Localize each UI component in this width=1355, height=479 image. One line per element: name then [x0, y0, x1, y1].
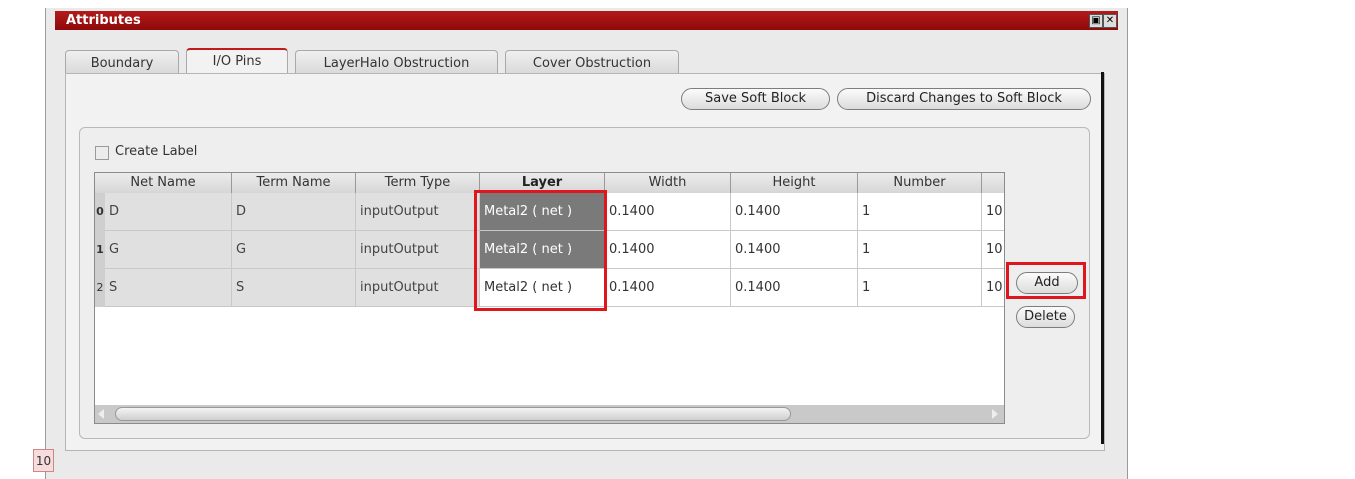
tab-io-pins[interactable]: I/O Pins [186, 48, 288, 75]
cell-extra[interactable]: 10 [982, 269, 1004, 307]
row-index: 2 [95, 269, 105, 307]
create-label-checkbox[interactable] [95, 146, 109, 160]
restore-icon[interactable]: ▣ [1089, 14, 1103, 28]
cell-term-type[interactable]: inputOutput [356, 269, 480, 307]
add-button-highlight [1006, 262, 1086, 299]
scroll-left-icon[interactable] [98, 409, 104, 419]
cell-width[interactable]: 0.1400 [605, 231, 731, 269]
cell-term-type[interactable]: inputOutput [356, 231, 480, 269]
title-bar: Attributes ▣ ✕ [55, 11, 1118, 30]
cell-term-type[interactable]: inputOutput [356, 193, 480, 231]
cell-term-name[interactable]: S [232, 269, 356, 307]
tab-boundary[interactable]: Boundary [65, 50, 179, 74]
row-index: 0 [95, 193, 105, 231]
discard-changes-button[interactable]: Discard Changes to Soft Block [837, 88, 1091, 110]
cell-net-name[interactable]: G [105, 231, 232, 269]
cell-height[interactable]: 0.1400 [731, 269, 858, 307]
cell-net-name[interactable]: S [105, 269, 232, 307]
cell-term-name[interactable]: G [232, 231, 356, 269]
col-header-extra[interactable] [982, 173, 1004, 193]
row-index: 1 [95, 231, 105, 269]
delete-button[interactable]: Delete [1016, 306, 1075, 328]
horizontal-scrollbar[interactable] [95, 405, 1004, 423]
col-header-number[interactable]: Number [858, 173, 982, 193]
window-title: Attributes [66, 13, 141, 28]
cell-number[interactable]: 1 [858, 193, 982, 231]
create-label-text: Create Label [115, 144, 198, 159]
scrollbar-thumb[interactable] [115, 407, 791, 421]
cell-width[interactable]: 0.1400 [605, 193, 731, 231]
tab-layerhalo-obstruction[interactable]: LayerHalo Obstruction [295, 50, 498, 74]
cell-extra[interactable]: 10 [982, 231, 1004, 269]
cell-net-name[interactable]: D [105, 193, 232, 231]
col-header-width[interactable]: Width [605, 173, 731, 193]
col-header-height[interactable]: Height [731, 173, 858, 193]
cell-height[interactable]: 0.1400 [731, 193, 858, 231]
cell-extra[interactable]: 10 [982, 193, 1004, 231]
close-icon[interactable]: ✕ [1103, 14, 1117, 28]
cell-number[interactable]: 1 [858, 231, 982, 269]
col-header-term-type[interactable]: Term Type [356, 173, 480, 193]
window-edge-line [1101, 72, 1104, 444]
layer-column-highlight [474, 190, 607, 311]
scroll-right-icon[interactable] [992, 409, 998, 419]
tab-cover-obstruction[interactable]: Cover Obstruction [505, 50, 679, 74]
col-header-term-name[interactable]: Term Name [232, 173, 356, 193]
cell-width[interactable]: 0.1400 [605, 269, 731, 307]
cell-term-name[interactable]: D [232, 193, 356, 231]
col-header-net-name[interactable]: Net Name [95, 173, 232, 193]
save-soft-block-button[interactable]: Save Soft Block [681, 88, 830, 110]
cell-height[interactable]: 0.1400 [731, 231, 858, 269]
cell-number[interactable]: 1 [858, 269, 982, 307]
status-badge: 10 [33, 449, 54, 472]
